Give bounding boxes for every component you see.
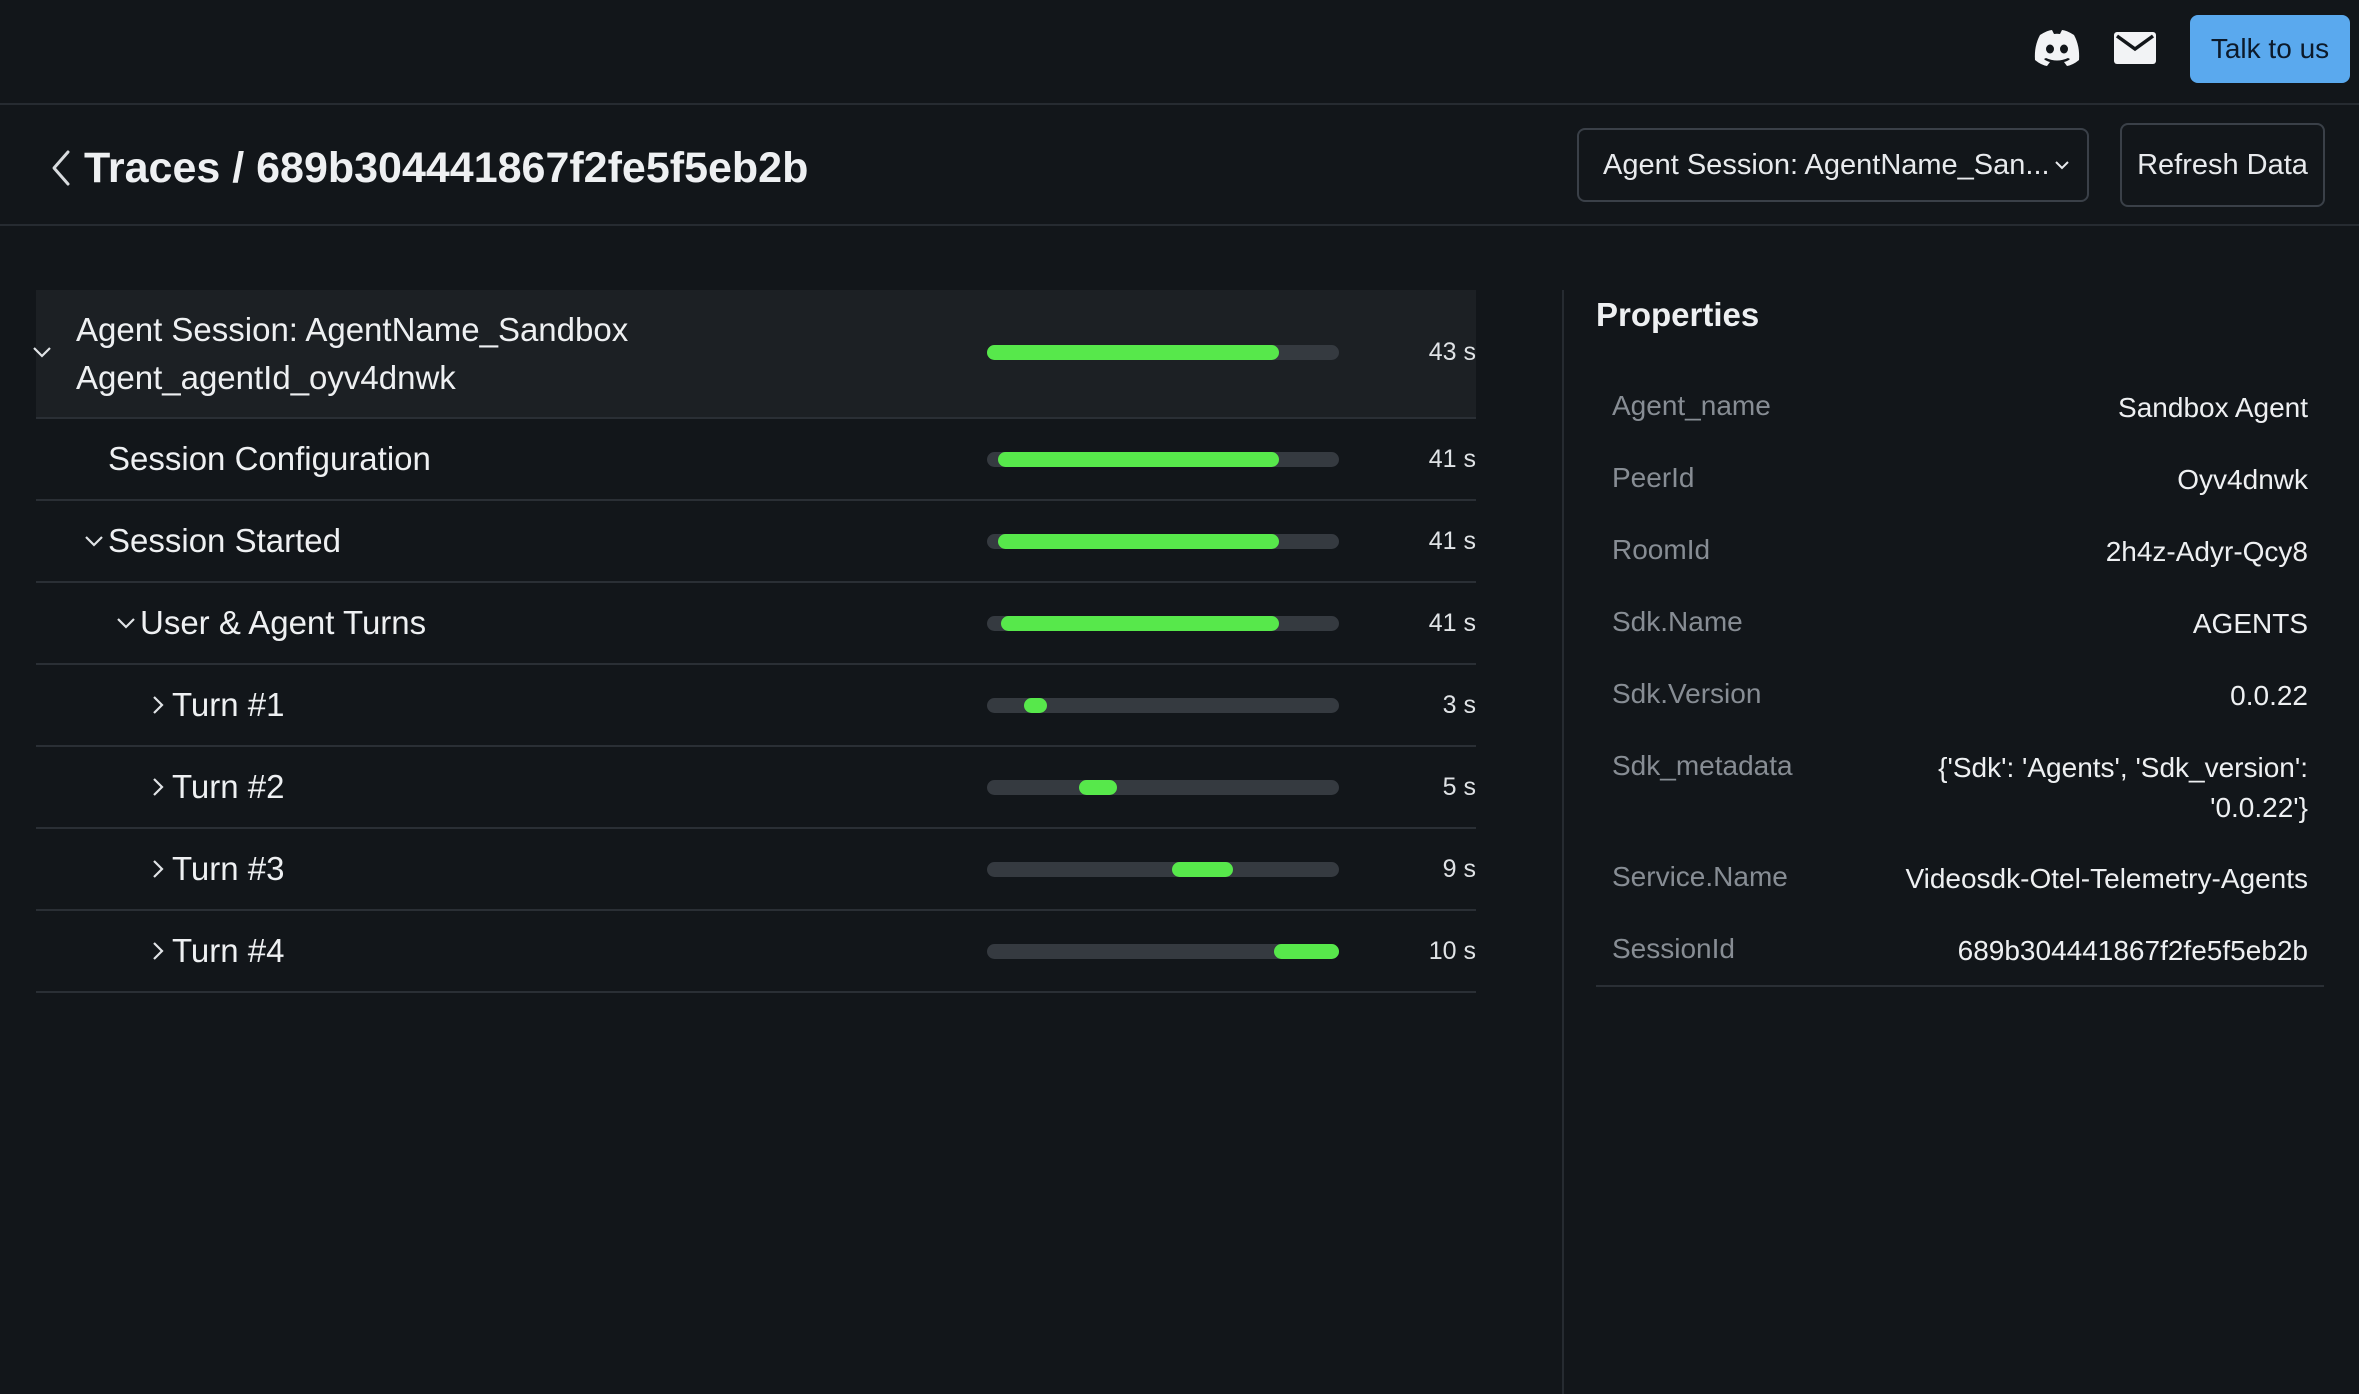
duration-track	[987, 862, 1339, 877]
property-key: Service.Name	[1612, 861, 1788, 892]
property-value: {'Sdk': 'Agents', 'Sdk_version': '0.0.22…	[1938, 752, 2308, 823]
trace-label: User & Agent Turns	[140, 599, 426, 647]
duration-bar	[1171, 862, 1234, 877]
trace-label: Turn #2	[172, 763, 285, 811]
property-key: SessionId	[1612, 933, 1735, 964]
trace-label-line: Turn #2	[172, 768, 285, 805]
property-key: Sdk.Version	[1612, 678, 1762, 709]
chevron-right-icon[interactable]	[146, 857, 170, 881]
trace-label-line: Turn #3	[172, 850, 285, 887]
trace-row[interactable]: Agent Session: AgentName_Sandbox Agent_ag…	[33, 290, 1476, 419]
property-row: Sdk_metadata {'Sdk': 'Agents', 'Sdk_versi…	[1596, 730, 2324, 841]
trace-duration: 9 s	[1442, 855, 1476, 883]
property-key: PeerId	[1612, 462, 1695, 493]
duration-track	[987, 780, 1339, 795]
property-row: PeerId Oyv4dnwk	[1596, 442, 2324, 514]
duration-track	[987, 534, 1339, 549]
trace-duration: 43 s	[1428, 338, 1476, 366]
trace-label-line: Session Started	[108, 522, 341, 559]
session-select-value: Agent Session: AgentName_San...	[1603, 149, 2050, 181]
duration-track	[987, 616, 1339, 631]
chevron-down-icon[interactable]	[82, 529, 106, 553]
refresh-data-button[interactable]: Refresh Data	[2120, 123, 2325, 207]
duration-bar	[1078, 780, 1118, 795]
back-chevron-icon[interactable]	[48, 148, 74, 188]
chevron-down-icon[interactable]	[114, 611, 138, 635]
duration-track	[987, 944, 1339, 959]
trace-label-line: Turn #4	[172, 932, 285, 969]
trace-row[interactable]: Session Configuration 41 s	[36, 419, 1476, 501]
properties-title: Properties	[1596, 296, 1760, 333]
panel-divider	[1562, 290, 1564, 1394]
property-key: Sdk.Name	[1612, 606, 1743, 637]
trace-row[interactable]: Turn #4 10 s	[36, 911, 1476, 993]
trace-duration: 41 s	[1428, 527, 1476, 555]
trace-row[interactable]: User & Agent Turns 41 s	[36, 583, 1476, 665]
property-value: 2h4z-Adyr-Qcy8	[2105, 536, 2308, 567]
property-row: Agent_name Sandbox Agent	[1596, 370, 2324, 442]
trace-duration: 3 s	[1442, 691, 1476, 719]
mail-icon[interactable]	[2110, 26, 2160, 70]
trace-tree: Agent Session: AgentName_Sandbox Agent_ag…	[33, 290, 1476, 993]
trace-label: Turn #4	[172, 927, 285, 975]
trace-label: Turn #1	[172, 681, 285, 729]
duration-bar	[997, 534, 1280, 549]
property-key: RoomId	[1612, 534, 1711, 565]
duration-track	[987, 452, 1339, 467]
property-value: 689b304441867f2fe5f5eb2b	[1957, 935, 2308, 966]
property-row: Sdk.Version 0.0.22	[1596, 658, 2324, 730]
property-value: Videosdk-Otel-Telemetry-Agents	[1905, 863, 2308, 894]
trace-duration: 41 s	[1428, 609, 1476, 637]
trace-row[interactable]: Session Started 41 s	[36, 501, 1476, 583]
duration-bar	[997, 452, 1280, 467]
trace-duration: 10 s	[1428, 937, 1476, 965]
duration-bar	[1023, 698, 1047, 713]
property-row: Service.Name Videosdk-Otel-Telemetry-Agen…	[1596, 841, 2324, 913]
chevron-right-icon[interactable]	[146, 693, 170, 717]
trace-label-line: Session Configuration	[108, 440, 431, 477]
trace-duration: 5 s	[1442, 773, 1476, 801]
property-row: SessionId 689b304441867f2fe5f5eb2b	[1596, 913, 2324, 985]
property-value: 0.0.22	[2230, 680, 2308, 711]
duration-bar	[1273, 944, 1339, 959]
trace-label: Session Started	[108, 517, 341, 565]
property-key: Agent_name	[1612, 390, 1771, 421]
trace-label-line: Agent Session: AgentName_Sandbox	[76, 311, 629, 348]
trace-row[interactable]: Turn #2 5 s	[36, 747, 1476, 829]
duration-bar	[1001, 616, 1280, 631]
chevron-down-icon	[2055, 161, 2069, 170]
trace-label: Session Configuration	[108, 435, 431, 483]
top-bar: Talk to us	[0, 0, 2359, 105]
trace-duration: 41 s	[1428, 445, 1476, 473]
duration-bar	[987, 345, 1280, 360]
property-key: Sdk_metadata	[1612, 750, 1793, 781]
trace-label: Agent Session: AgentName_Sandbox Agent_ag…	[76, 306, 628, 402]
property-row: Sdk.Name AGENTS	[1596, 586, 2324, 658]
duration-track	[987, 698, 1339, 713]
chevron-right-icon[interactable]	[146, 939, 170, 963]
breadcrumb: Traces / 689b304441867f2fe5f5eb2b	[84, 144, 809, 192]
trace-label: Turn #3	[172, 845, 285, 893]
trace-row[interactable]: Turn #1 3 s	[36, 665, 1476, 747]
trace-label-line: Agent_agentId_oyv4dnwk	[76, 359, 456, 396]
trace-row[interactable]: Turn #3 9 s	[36, 829, 1476, 911]
duration-track	[987, 345, 1339, 360]
trace-label-line: User & Agent Turns	[140, 604, 427, 641]
property-row: RoomId 2h4z-Adyr-Qcy8	[1596, 514, 2324, 586]
properties-list: Agent_name Sandbox Agent PeerId Oyv4dnwk Roo…	[1596, 370, 2324, 987]
property-value: Oyv4dnwk	[2177, 464, 2308, 495]
discord-icon[interactable]	[2032, 26, 2082, 70]
property-value: AGENTS	[2192, 608, 2308, 639]
trace-label-line: Turn #1	[172, 686, 285, 723]
session-select[interactable]: Agent Session: AgentName_San...	[1577, 128, 2089, 202]
chevron-down-icon[interactable]	[30, 340, 54, 364]
chevron-right-icon[interactable]	[146, 775, 170, 799]
property-value: Sandbox Agent	[2118, 392, 2308, 423]
talk-to-us-button[interactable]: Talk to us	[2190, 15, 2350, 83]
